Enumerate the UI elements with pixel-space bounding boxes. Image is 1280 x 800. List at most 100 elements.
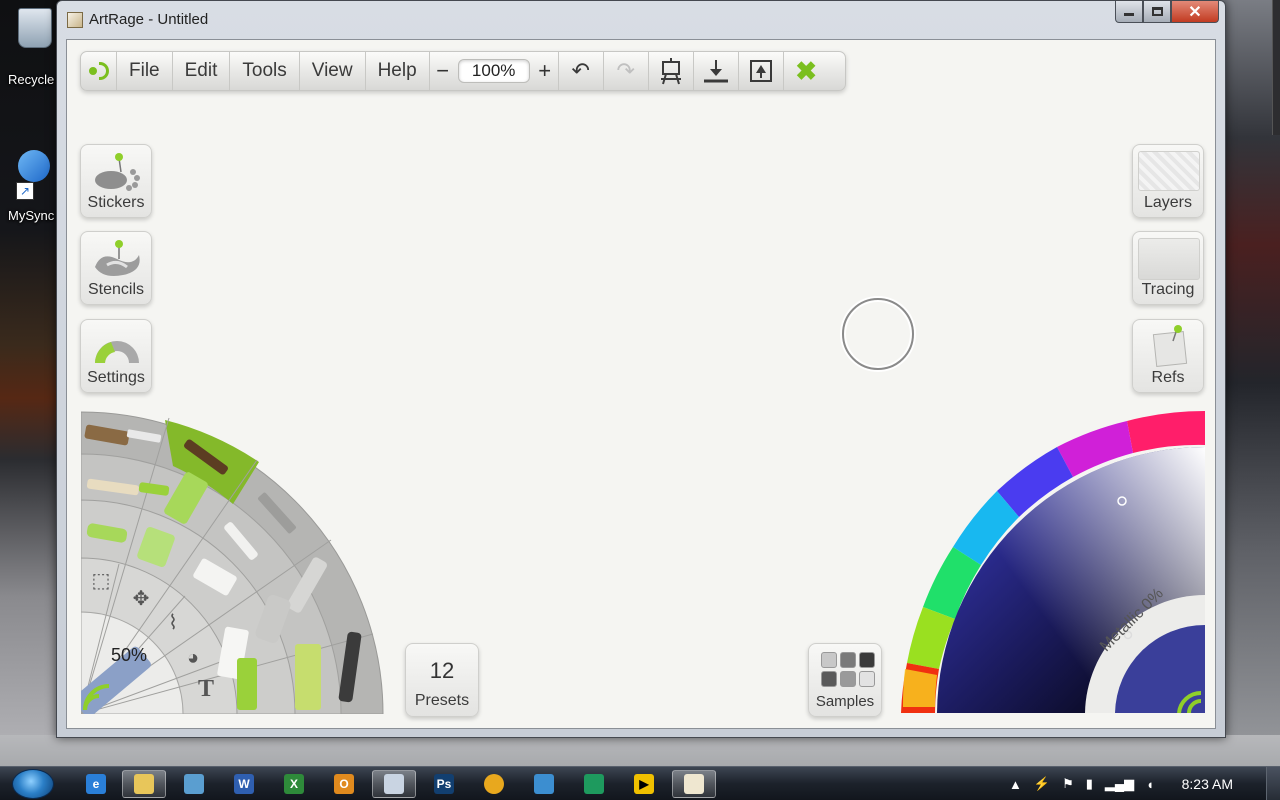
sync-icon: [18, 150, 50, 182]
artrage-logo-button[interactable]: [81, 52, 117, 90]
taskbar-app-9[interactable]: [472, 770, 516, 798]
recycle-bin-icon: [18, 8, 52, 48]
bolt-icon[interactable]: ⚡: [1034, 776, 1050, 792]
menu-tools[interactable]: Tools: [230, 52, 300, 90]
close-x-icon: ✖: [795, 55, 818, 86]
system-tray: ▲ ⚡ ⚑ ▮ ▂▄▆ ◖: [1003, 767, 1160, 800]
marquee-select-icon[interactable]: ⬚: [87, 566, 115, 594]
layers-button[interactable]: Layers: [1132, 144, 1204, 218]
wallpaper-right: [1220, 0, 1280, 766]
sample-swatch: [859, 652, 875, 668]
stencils-icon: [95, 240, 140, 276]
tracing-thumbnail: [1138, 238, 1200, 280]
zoom-value-field[interactable]: 100%: [457, 59, 530, 83]
app-icon: [584, 774, 604, 794]
taskbar-artrage[interactable]: [672, 770, 716, 798]
easel-icon: [660, 58, 681, 85]
taskbar-app-12[interactable]: ▶: [622, 770, 666, 798]
close-button[interactable]: ✕: [1171, 1, 1219, 23]
taskbar: e W X O Ps ▶ ▲ ⚡ ⚑ ▮ ▂▄▆ ◖ 8:23 AM: [0, 766, 1280, 800]
taskbar-app-3[interactable]: [172, 770, 216, 798]
logo-arc-icon: [98, 62, 109, 80]
maximize-icon: [1151, 7, 1163, 16]
painting-canvas[interactable]: File Edit Tools View Help − 100% + ↶ ↷ ✖…: [66, 39, 1216, 729]
stickers-label: Stickers: [87, 194, 145, 211]
close-icon: ✕: [1188, 3, 1202, 21]
taskbar-explorer[interactable]: [122, 770, 166, 798]
word-icon: W: [234, 774, 254, 794]
sample-swatch: [840, 671, 856, 687]
text-tool-icon[interactable]: T: [198, 676, 214, 703]
import-button[interactable]: [694, 52, 739, 90]
taskbar-app-11[interactable]: [572, 770, 616, 798]
menu-file[interactable]: File: [117, 52, 173, 90]
wallpaper-bottom: [0, 735, 1280, 766]
sample-swatch: [821, 671, 837, 687]
export-button[interactable]: [739, 52, 784, 90]
logo-dot-icon: [88, 67, 97, 75]
clock[interactable]: 8:23 AM: [1182, 776, 1233, 792]
tracing-button[interactable]: Tracing: [1132, 231, 1204, 305]
outlook-icon: O: [334, 774, 354, 794]
sample-swatch: [821, 652, 837, 668]
import-icon: [703, 60, 728, 83]
start-button[interactable]: [12, 769, 54, 799]
move-transform-icon[interactable]: ✥: [127, 584, 155, 612]
artrage-window: ArtRage - Untitled ✕ File Edit Tools Vie…: [56, 0, 1226, 738]
zoom-out-button[interactable]: −: [436, 58, 450, 84]
sample-swatch: [840, 652, 856, 668]
maximize-button[interactable]: [1143, 1, 1171, 23]
main-toolbar: File Edit Tools View Help − 100% + ↶ ↷ ✖: [80, 51, 846, 91]
tool-wheel-graphic: [81, 411, 384, 714]
stencils-label: Stencils: [87, 281, 145, 298]
taskbar-word[interactable]: W: [222, 770, 266, 798]
stencils-button[interactable]: Stencils: [80, 231, 152, 305]
menu-edit[interactable]: Edit: [173, 52, 231, 90]
taskbar-excel[interactable]: X: [272, 770, 316, 798]
signal-icon[interactable]: ▂▄▆: [1105, 776, 1134, 792]
settings-gauge-icon: [95, 341, 139, 363]
artrage-icon: [684, 774, 704, 794]
undo-icon: ↶: [571, 58, 590, 83]
photoshop-icon: Ps: [434, 774, 454, 794]
flag-icon[interactable]: ⚑: [1062, 776, 1074, 792]
show-desktop-button[interactable]: [1266, 767, 1280, 800]
brush-cursor: [842, 298, 914, 370]
show-hidden-icons-button[interactable]: ▲: [1009, 777, 1022, 792]
taskbar-ie[interactable]: e: [74, 770, 118, 798]
taskbar-photoshop[interactable]: Ps: [422, 770, 466, 798]
paint-icon: [384, 774, 404, 794]
stickers-button[interactable]: Stickers: [80, 144, 152, 218]
sample-swatch: [859, 671, 875, 687]
taskbar-paint[interactable]: [372, 770, 416, 798]
taskbar-outlook[interactable]: O: [322, 770, 366, 798]
volume-icon[interactable]: ◖: [1146, 777, 1154, 792]
canvas-settings-button[interactable]: [649, 52, 694, 90]
samples-button[interactable]: Samples: [808, 643, 882, 717]
undo-button[interactable]: ↶: [559, 52, 604, 90]
presets-label: Presets: [414, 692, 470, 709]
desktop-icon-label: Recycle: [8, 72, 55, 87]
minimize-icon: [1124, 13, 1134, 16]
stickers-icon: [95, 153, 140, 191]
fill-tool-icon[interactable]: ◕: [179, 644, 207, 672]
menu-view[interactable]: View: [300, 52, 366, 90]
app-icon: [484, 774, 504, 794]
settings-label: Settings: [87, 369, 145, 386]
color-picker-icon[interactable]: ⌇: [159, 608, 187, 636]
menu-help[interactable]: Help: [366, 52, 430, 90]
layer-thumbnail: [1138, 151, 1200, 191]
taskbar-app-10[interactable]: [522, 770, 566, 798]
zoom-in-button[interactable]: +: [538, 58, 552, 84]
presets-button[interactable]: 12 Presets: [405, 643, 479, 717]
exit-button[interactable]: ✖: [784, 52, 829, 90]
tool-wheel[interactable]: ⬚ ✥ ⌇ ◕ 50% T: [81, 408, 387, 714]
settings-button[interactable]: Settings: [80, 319, 152, 393]
redo-button[interactable]: ↷: [604, 52, 649, 90]
window-title: ArtRage - Untitled: [89, 11, 209, 28]
refs-button[interactable]: Refs: [1132, 319, 1204, 393]
minimize-button[interactable]: [1115, 1, 1143, 23]
battery-icon[interactable]: ▮: [1086, 776, 1093, 792]
wallpaper-left: [0, 0, 60, 766]
color-picker[interactable]: Metallic 0%: [897, 407, 1209, 715]
